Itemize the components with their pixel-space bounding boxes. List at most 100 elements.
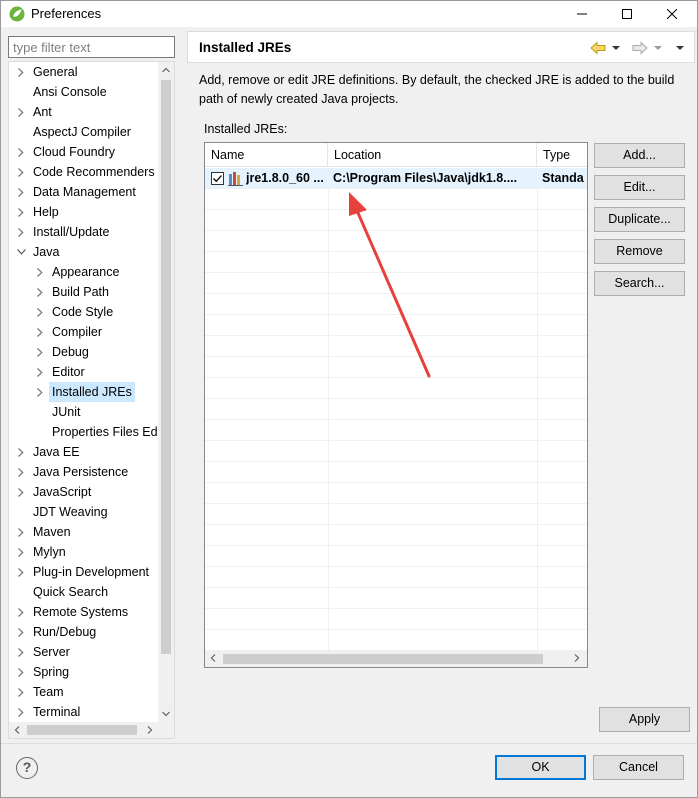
tree-item[interactable]: Help (9, 202, 159, 222)
tree-item[interactable]: Remote Systems (9, 602, 159, 622)
help-button[interactable]: ? (16, 757, 38, 779)
chevron-right-icon[interactable] (15, 102, 27, 122)
tree-vertical-scroll-thumb[interactable] (161, 80, 171, 654)
chevron-right-icon[interactable] (15, 482, 27, 502)
preferences-tree[interactable]: Terminal Team Spring Server Run/Debug Remote … (8, 61, 175, 739)
chevron-right-icon[interactable] (15, 442, 27, 462)
jre-default-checkbox[interactable] (211, 172, 224, 185)
tree-item[interactable]: Mylyn (9, 542, 159, 562)
ok-button[interactable]: OK (495, 755, 586, 780)
minimize-button[interactable] (559, 1, 605, 27)
column-header-type[interactable]: Type (537, 143, 587, 167)
chevron-right-icon[interactable] (15, 622, 27, 642)
cancel-button[interactable]: Cancel (593, 755, 684, 780)
chevron-right-icon[interactable] (15, 202, 27, 222)
filter-input[interactable] (8, 36, 175, 58)
scroll-left-icon[interactable] (9, 722, 25, 738)
tree-horizontal-scrollbar[interactable] (9, 722, 174, 738)
tree-item[interactable]: Code Recommenders (9, 162, 159, 182)
table-horizontal-scrollbar[interactable] (205, 650, 587, 667)
tree-item[interactable]: Code Style (9, 302, 159, 322)
tree-item[interactable]: Editor (9, 362, 159, 382)
tree-item[interactable]: Installed JREs (9, 382, 159, 402)
scroll-left-icon[interactable] (205, 650, 221, 666)
tree-item[interactable]: AspectJ Compiler (9, 122, 159, 142)
chevron-right-icon[interactable] (34, 302, 46, 322)
tree-item[interactable]: JUnit (9, 402, 159, 422)
tree-item-label: Java EE (33, 445, 80, 459)
tree-item[interactable]: Terminal (9, 702, 159, 722)
chevron-right-icon[interactable] (15, 462, 27, 482)
chevron-right-icon[interactable] (15, 522, 27, 542)
tree-item-label: Ansi Console (33, 85, 107, 99)
chevron-right-icon[interactable] (15, 702, 27, 722)
chevron-right-icon[interactable] (34, 382, 46, 402)
maximize-button[interactable] (604, 1, 650, 27)
edit-button[interactable]: Edit... (594, 175, 685, 200)
chevron-right-icon[interactable] (15, 542, 27, 562)
chevron-right-icon[interactable] (15, 662, 27, 682)
chevron-right-icon[interactable] (15, 222, 27, 242)
tree-horizontal-scroll-thumb[interactable] (27, 725, 137, 735)
back-arrow-icon (590, 41, 606, 55)
tree-item[interactable]: Plug-in Development (9, 562, 159, 582)
tree-item[interactable]: Java (9, 242, 159, 262)
chevron-right-icon[interactable] (15, 562, 27, 582)
tree-item[interactable]: Quick Search (9, 582, 159, 602)
tree-item[interactable]: Data Management (9, 182, 159, 202)
jre-library-icon (228, 172, 243, 186)
tree-item[interactable]: Maven (9, 522, 159, 542)
table-horizontal-scroll-thumb[interactable] (223, 654, 543, 664)
chevron-right-icon[interactable] (15, 642, 27, 662)
tree-item[interactable]: Java EE (9, 442, 159, 462)
tree-item[interactable]: JavaScript (9, 482, 159, 502)
chevron-right-icon[interactable] (34, 322, 46, 342)
tree-item[interactable]: Run/Debug (9, 622, 159, 642)
column-header-name[interactable]: Name (205, 143, 328, 167)
tree-item[interactable]: Cloud Foundry (9, 142, 159, 162)
chevron-right-icon[interactable] (15, 162, 27, 182)
scroll-down-icon[interactable] (158, 706, 174, 722)
view-menu-button[interactable] (674, 40, 686, 56)
tree-item[interactable]: Ant (9, 102, 159, 122)
forward-button[interactable] (632, 40, 664, 56)
tree-item[interactable]: JDT Weaving (9, 502, 159, 522)
tree-item[interactable]: General (9, 62, 159, 82)
tree-item[interactable]: Server (9, 642, 159, 662)
close-button[interactable] (649, 1, 695, 27)
chevron-right-icon[interactable] (34, 262, 46, 282)
tree-item[interactable]: Java Persistence (9, 462, 159, 482)
chevron-right-icon[interactable] (15, 682, 27, 702)
chevron-right-icon[interactable] (34, 342, 46, 362)
tree-vertical-scrollbar[interactable] (158, 62, 174, 722)
tree-item[interactable]: Debug (9, 342, 159, 362)
tree-item[interactable]: Ansi Console (9, 82, 159, 102)
tree-item[interactable]: Build Path (9, 282, 159, 302)
tree-item[interactable]: Compiler (9, 322, 159, 342)
scroll-right-icon[interactable] (569, 650, 585, 666)
tree-item[interactable]: Install/Update (9, 222, 159, 242)
column-header-location[interactable]: Location (328, 143, 537, 167)
chevron-right-icon[interactable] (15, 142, 27, 162)
tree-item[interactable]: Spring (9, 662, 159, 682)
scroll-right-icon[interactable] (142, 722, 158, 738)
title-bar: Preferences (1, 1, 697, 27)
apply-button[interactable]: Apply (599, 707, 690, 732)
duplicate-button[interactable]: Duplicate... (594, 207, 685, 232)
chevron-right-icon[interactable] (15, 62, 27, 82)
chevron-down-icon[interactable] (15, 242, 27, 262)
close-icon (667, 9, 677, 19)
search-button[interactable]: Search... (594, 271, 685, 296)
tree-item[interactable]: Appearance (9, 262, 159, 282)
chevron-right-icon[interactable] (34, 282, 46, 302)
back-button[interactable] (590, 40, 622, 56)
add-button[interactable]: Add... (594, 143, 685, 168)
remove-button[interactable]: Remove (594, 239, 685, 264)
scroll-up-icon[interactable] (158, 62, 174, 78)
tree-item[interactable]: Team (9, 682, 159, 702)
chevron-right-icon[interactable] (34, 362, 46, 382)
tree-item[interactable]: Properties Files Ed (9, 422, 159, 442)
chevron-right-icon[interactable] (15, 182, 27, 202)
chevron-right-icon[interactable] (15, 602, 27, 622)
tree-item-label: Cloud Foundry (33, 145, 115, 159)
